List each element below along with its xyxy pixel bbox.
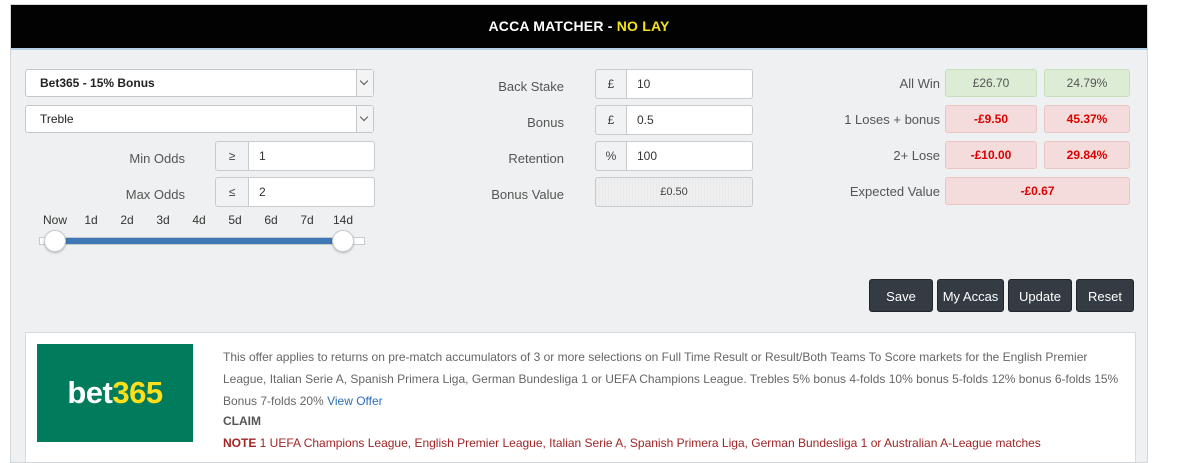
max-odds-label: Max Odds xyxy=(125,187,185,202)
tick-4d: 4d xyxy=(192,213,206,227)
pound-symbol: £ xyxy=(595,105,627,135)
tick-6d: 6d xyxy=(264,213,278,227)
two-plus-lose-amount: -£10.00 xyxy=(945,141,1037,169)
claim-label: CLAIM xyxy=(223,414,261,428)
tick-1d: 1d xyxy=(84,213,98,227)
update-button[interactable]: Update xyxy=(1008,279,1072,312)
tick-2d: 2d xyxy=(120,213,134,227)
logo-text-365: 365 xyxy=(112,375,163,410)
one-loses-percent: 45.37% xyxy=(1044,105,1130,133)
back-stake-label: Back Stake xyxy=(498,79,564,94)
note-label: NOTE xyxy=(223,436,257,450)
max-odds-input[interactable]: 2 xyxy=(249,177,375,207)
expected-value-amount: -£0.67 xyxy=(945,177,1130,205)
back-stake-input[interactable]: 10 xyxy=(627,69,753,99)
bonus-value-label: Bonus Value xyxy=(491,187,564,202)
tick-7d: 7d xyxy=(300,213,314,227)
two-plus-lose-percent: 29.84% xyxy=(1044,141,1130,169)
bonus-input[interactable]: 0.5 xyxy=(627,105,753,135)
slider-handle-start[interactable] xyxy=(44,230,66,252)
offer-select-value: Bet365 - 15% Bonus xyxy=(40,76,155,90)
one-loses-amount: -£9.50 xyxy=(945,105,1037,133)
reset-button[interactable]: Reset xyxy=(1076,279,1134,312)
title-highlight: NO LAY xyxy=(616,18,670,34)
bonus-value-output: £0.50 xyxy=(595,177,753,207)
all-win-label: All Win xyxy=(899,76,940,91)
acca-type-value: Treble xyxy=(40,112,74,126)
retention-input[interactable]: 100 xyxy=(627,141,753,171)
lte-symbol: ≤ xyxy=(215,177,249,207)
min-odds-label: Min Odds xyxy=(129,151,185,166)
gte-symbol: ≥ xyxy=(215,141,249,171)
retention-label: Retention xyxy=(508,151,564,166)
all-win-percent: 24.79% xyxy=(1044,69,1130,97)
min-odds-input[interactable]: 1 xyxy=(249,141,375,171)
title-text: ACCA MATCHER - xyxy=(488,18,617,34)
pound-symbol: £ xyxy=(595,69,627,99)
chevron-down-icon[interactable] xyxy=(356,70,373,96)
logo-text-bet: bet xyxy=(67,375,113,410)
bonus-label: Bonus xyxy=(527,115,564,130)
tick-14d: 14d xyxy=(332,213,354,227)
save-button[interactable]: Save xyxy=(869,279,933,312)
tick-3d: 3d xyxy=(156,213,170,227)
percent-symbol: % xyxy=(595,141,627,171)
offer-select[interactable]: Bet365 - 15% Bonus xyxy=(25,69,374,97)
bet365-logo: bet365 xyxy=(37,344,193,442)
all-win-amount: £26.70 xyxy=(945,69,1037,97)
tick-5d: 5d xyxy=(228,213,242,227)
expected-value-label: Expected Value xyxy=(849,184,940,199)
offer-details: bet365 This offer applies to returns on … xyxy=(25,332,1136,462)
one-loses-label: 1 Loses + bonus xyxy=(844,112,940,127)
two-plus-lose-label: 2+ Lose xyxy=(893,148,940,163)
panel-title: ACCA MATCHER - NO LAY xyxy=(11,5,1147,48)
time-range-fill xyxy=(55,238,343,244)
my-accas-button[interactable]: My Accas xyxy=(937,279,1004,312)
acca-type-select[interactable]: Treble xyxy=(25,105,374,133)
slider-handle-end[interactable] xyxy=(332,230,354,252)
chevron-down-icon[interactable] xyxy=(356,106,373,132)
offer-note: NOTE 1 UEFA Champions League, English Pr… xyxy=(223,436,1041,450)
note-text: 1 UEFA Champions League, English Premier… xyxy=(256,436,1041,450)
view-offer-link[interactable]: View Offer xyxy=(327,394,383,408)
tick-now: Now xyxy=(42,213,68,227)
acca-matcher-panel: ACCA MATCHER - NO LAY Bet365 - 15% Bonus… xyxy=(10,4,1148,463)
offer-description: This offer applies to returns on pre-mat… xyxy=(223,346,1123,412)
title-divider xyxy=(11,48,1147,50)
